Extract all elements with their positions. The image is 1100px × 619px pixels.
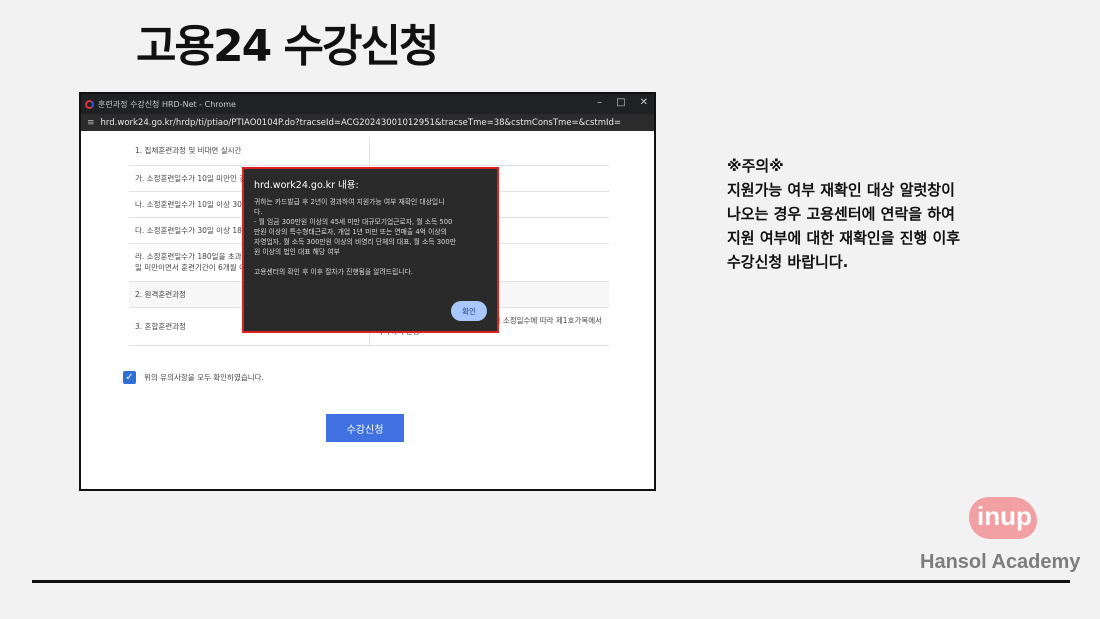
site-favicon-icon: [85, 99, 94, 109]
table-cell-category: 1. 집체훈련과정 및 비대면 실시간: [129, 137, 370, 166]
slide-title: 고용24 수강신청: [136, 21, 439, 72]
window-controls: – □ ✕: [597, 97, 648, 108]
alert-dialog: hrd.work24.go.kr 내용: 귀하는 카드발급 후 2년이 경과하여…: [242, 167, 499, 333]
address-bar[interactable]: ≡ hrd.work24.go.kr/hrdp/ti/ptiao/PTIAO01…: [81, 114, 654, 131]
confirm-label[interactable]: 위의 유의사항을 모두 확인하였습니다.: [144, 372, 264, 383]
table-cell-deadline: [369, 137, 609, 166]
inup-logo-text: inup: [977, 501, 1032, 531]
brand-name: Hansol Academy: [920, 551, 1081, 573]
page-content: 1. 집체훈련과정 및 비대면 실시간 가. 소정훈련일수가 10일 미만인 경나…: [81, 131, 654, 489]
footer-divider: [32, 580, 1070, 583]
confirm-checkbox[interactable]: ✓: [123, 371, 136, 384]
window-title: 훈련과정 수강신청 HRD-Net - Chrome: [98, 99, 236, 109]
maximize-icon[interactable]: □: [616, 97, 625, 108]
window-titlebar: 훈련과정 수강신청 HRD-Net - Chrome – □ ✕: [81, 94, 654, 114]
dialog-header: hrd.work24.go.kr 내용:: [254, 180, 359, 191]
notice-line: 수강신청 바랍니다.: [727, 253, 849, 271]
minimize-icon[interactable]: –: [597, 97, 602, 108]
close-icon[interactable]: ✕: [640, 97, 648, 108]
notice-line: 나오는 경우 고용센터에 연락을 하여: [727, 205, 955, 223]
confirm-row[interactable]: ✓ 위의 유의사항을 모두 확인하였습니다.: [123, 371, 264, 384]
notice-line: 지원가능 여부 재확인 대상 알럿창이: [727, 181, 955, 199]
url-text[interactable]: hrd.work24.go.kr/hrdp/ti/ptiao/PTIAO0104…: [101, 118, 622, 128]
site-info-icon[interactable]: ≡: [87, 118, 95, 128]
dialog-ok-button[interactable]: 확인: [451, 301, 487, 321]
notice-line: ※주의※: [727, 157, 784, 175]
notice-line: 지원 여부에 대한 재확인을 진행 이후: [727, 229, 961, 247]
dialog-body: 귀하는 카드발급 후 2년이 경과하여 지원가능 여부 재확인 대상입니 다. …: [254, 198, 456, 276]
notice-text: ※주의※ 지원가능 여부 재확인 대상 알럿창이 나오는 경우 고용센터에 연락…: [727, 154, 960, 274]
apply-button[interactable]: 수강신청: [326, 414, 404, 442]
browser-window: 훈련과정 수강신청 HRD-Net - Chrome – □ ✕ ≡ hrd.w…: [79, 92, 656, 491]
table-row: 1. 집체훈련과정 및 비대면 실시간: [129, 137, 609, 166]
